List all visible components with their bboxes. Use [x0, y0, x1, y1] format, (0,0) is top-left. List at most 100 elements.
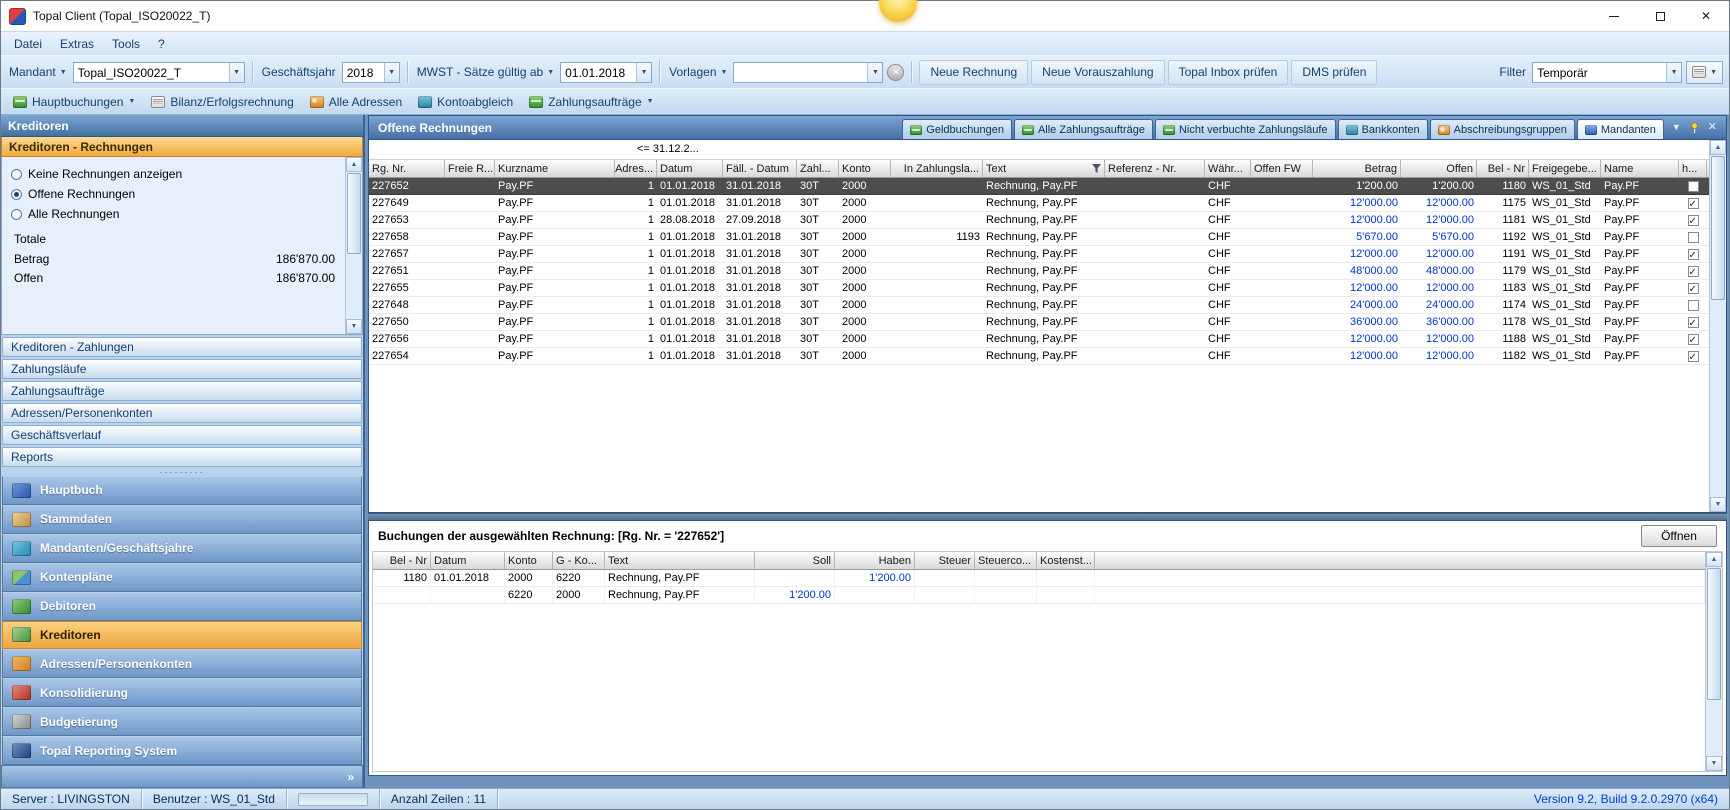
invoice-row-227652[interactable]: 227652Pay.PF101.01.201831.01.201830T2000…: [369, 178, 1709, 195]
sidebar-panel-scrollbar[interactable]: ▲ ▼: [345, 157, 362, 334]
vorlagen-label[interactable]: Vorlagen▼: [667, 65, 729, 79]
column-header-text[interactable]: Text: [983, 160, 1105, 177]
row-checkbox[interactable]: [1688, 317, 1699, 328]
mwst-date-select[interactable]: 01.01.2018▼: [560, 62, 652, 83]
column-header-betrag[interactable]: Betrag: [1313, 160, 1401, 177]
booking-column-text[interactable]: Text: [605, 552, 755, 569]
menu-item-datei[interactable]: Datei: [5, 34, 51, 54]
invoice-row-227657[interactable]: 227657Pay.PF101.01.201831.01.201830T2000…: [369, 246, 1709, 263]
column-header-adres[interactable]: Adres...: [615, 160, 657, 177]
vorlagen-select[interactable]: ▼: [733, 62, 883, 83]
geschaeftsjahr-select[interactable]: 2018▼: [342, 62, 400, 83]
menu-item-tools[interactable]: Tools: [103, 34, 149, 54]
booking-column-konto[interactable]: Konto: [505, 552, 553, 569]
booking-row[interactable]: 62202000Rechnung, Pay.PF1'200.00: [373, 587, 1705, 604]
column-header-fäll-datum[interactable]: Fäll. - Datum: [723, 160, 797, 177]
topal-inbox-prüfen-button[interactable]: Topal Inbox prüfen: [1168, 60, 1289, 85]
column-header-rg-nr[interactable]: Rg. Nr.: [369, 160, 445, 177]
booking-column-steuerco[interactable]: Steuerco...: [975, 552, 1037, 569]
scroll-track[interactable]: [346, 172, 362, 319]
invoice-row-227653[interactable]: 227653Pay.PF128.08.201827.09.201830T2000…: [369, 212, 1709, 229]
nav-item-konsolidierung[interactable]: Konsolidierung: [2, 678, 362, 707]
tab-alle-zahlungsaufträge[interactable]: Alle Zahlungsaufträge: [1014, 119, 1153, 139]
row-checkbox[interactable]: [1688, 334, 1699, 345]
radio-option-keine-rechnungen-anzeigen[interactable]: Keine Rechnungen anzeigen: [8, 164, 343, 184]
column-header-währ[interactable]: Währ...: [1205, 160, 1251, 177]
row-checkbox[interactable]: [1688, 232, 1699, 243]
scroll-track[interactable]: [1706, 567, 1722, 756]
column-header-offen-fw[interactable]: Offen FW: [1251, 160, 1313, 177]
booking-scrollbar[interactable]: ▲ ▼: [1705, 552, 1722, 771]
bilanz-erfolgsrechnung-button[interactable]: Bilanz/Erfolgsrechnung: [144, 92, 300, 112]
nav-item-debitoren[interactable]: Debitoren: [2, 592, 362, 621]
scroll-thumb[interactable]: [1711, 156, 1725, 300]
filter-select[interactable]: Temporär▼: [1532, 62, 1682, 83]
scroll-down-icon[interactable]: ▼: [346, 319, 362, 334]
column-header-name[interactable]: Name: [1601, 160, 1679, 177]
invoice-row-227658[interactable]: 227658Pay.PF101.01.201831.01.201830T2000…: [369, 229, 1709, 246]
tab-mandanten[interactable]: Mandanten: [1577, 119, 1664, 139]
booking-column-haben[interactable]: Haben: [835, 552, 915, 569]
mwst-label[interactable]: MWST - Sätze gültig ab▼: [415, 65, 556, 79]
close-button[interactable]: ✕: [1683, 1, 1729, 31]
nav-item-adressen-personenkonten[interactable]: Adressen/Personenkonten: [2, 649, 362, 678]
nav-item-hauptbuch[interactable]: Hauptbuch: [2, 476, 362, 505]
column-header-freigegebe[interactable]: Freigegebe...: [1529, 160, 1601, 177]
sidebar-section-kreditoren-rechnungen[interactable]: Kreditoren - Rechnungen: [1, 137, 363, 157]
row-checkbox[interactable]: [1688, 266, 1699, 277]
tab-geldbuchungen[interactable]: Geldbuchungen: [902, 119, 1012, 139]
chevron-down-icon[interactable]: ▼: [229, 63, 244, 82]
row-checkbox[interactable]: [1688, 215, 1699, 226]
close-panel-icon[interactable]: ✕: [1708, 122, 1717, 133]
invoice-row-227650[interactable]: 227650Pay.PF101.01.201831.01.201830T2000…: [369, 314, 1709, 331]
sidebar-section-geschäftsverlauf[interactable]: Geschäftsverlauf: [2, 425, 362, 445]
nav-item-topal-reporting-system[interactable]: Topal Reporting System: [2, 736, 362, 765]
scroll-track[interactable]: [1710, 155, 1726, 497]
invoice-row-227654[interactable]: 227654Pay.PF101.01.201831.01.201830T2000…: [369, 348, 1709, 365]
scroll-up-icon[interactable]: ▲: [1710, 140, 1726, 155]
tab-bankkonten[interactable]: Bankkonten: [1338, 119, 1428, 139]
radio-option-offene-rechnungen[interactable]: Offene Rechnungen: [8, 184, 343, 204]
open-button[interactable]: Öffnen: [1641, 525, 1717, 547]
booking-column-steuer[interactable]: Steuer: [915, 552, 975, 569]
chevron-down-icon[interactable]: ▼: [636, 63, 651, 82]
chevron-down-icon[interactable]: ▼: [867, 63, 882, 82]
invoice-row-227651[interactable]: 227651Pay.PF101.01.201831.01.201830T2000…: [369, 263, 1709, 280]
tab-abschreibungsgruppen[interactable]: Abschreibungsgruppen: [1430, 119, 1575, 139]
mandant-select[interactable]: Topal_ISO20022_T▼: [73, 62, 245, 83]
column-header-in-zahlungsla[interactable]: In Zahlungsla...: [891, 160, 983, 177]
status-version[interactable]: Version 9.2, Build 9.2.0.2970 (x64): [1523, 789, 1729, 809]
nav-item-kontenpläne[interactable]: Kontenpläne: [2, 563, 362, 592]
sidebar-section-reports[interactable]: Reports: [2, 447, 362, 467]
alle-adressen-button[interactable]: Alle Adressen: [303, 92, 409, 112]
nav-item-stammdaten[interactable]: Stammdaten: [2, 505, 362, 534]
maximize-button[interactable]: [1637, 1, 1683, 31]
row-checkbox[interactable]: [1688, 351, 1699, 362]
pin-icon[interactable]: [1689, 122, 1700, 134]
row-checkbox[interactable]: [1688, 198, 1699, 209]
column-header-kurzname[interactable]: Kurzname: [495, 160, 615, 177]
scroll-thumb[interactable]: [1707, 568, 1721, 700]
tab-nicht-verbuchte-zahlungsläufe[interactable]: Nicht verbuchte Zahlungsläufe: [1155, 119, 1336, 139]
sidebar-section-adressen-personenkonten[interactable]: Adressen/Personenkonten: [2, 403, 362, 423]
hauptbuchungen-button[interactable]: Hauptbuchungen▼: [6, 92, 142, 112]
menu-item-extras[interactable]: Extras: [51, 34, 103, 54]
sidebar-section-kreditoren-zahlungen[interactable]: Kreditoren - Zahlungen: [2, 337, 362, 357]
sidebar-splitter[interactable]: ·········: [1, 467, 363, 476]
nav-item-budgetierung[interactable]: Budgetierung: [2, 707, 362, 736]
nav-item-kreditoren[interactable]: Kreditoren: [2, 621, 362, 650]
neue-vorauszahlung-button[interactable]: Neue Vorauszahlung: [1031, 60, 1164, 85]
column-header-h[interactable]: h...: [1679, 160, 1707, 177]
invoice-row-227649[interactable]: 227649Pay.PF101.01.201831.01.201830T2000…: [369, 195, 1709, 212]
column-header-freie-r[interactable]: Freie R...: [445, 160, 495, 177]
due-date-filter-value[interactable]: <= 31.12.2...: [637, 143, 699, 155]
filter-icon[interactable]: [1089, 164, 1101, 173]
sidebar-section-zahlungsaufträge[interactable]: Zahlungsaufträge: [2, 381, 362, 401]
column-header-referenz-nr[interactable]: Referenz - Nr.: [1105, 160, 1205, 177]
invoice-row-227648[interactable]: 227648Pay.PF101.01.201831.01.201830T2000…: [369, 297, 1709, 314]
horizontal-splitter[interactable]: [368, 513, 1727, 520]
document-menu-button[interactable]: ▼: [1686, 61, 1723, 84]
booking-column-soll[interactable]: Soll: [755, 552, 835, 569]
nav-item-mandanten-geschäftsjahre[interactable]: Mandanten/Geschäftsjahre: [2, 534, 362, 563]
radio-option-alle-rechnungen[interactable]: Alle Rechnungen: [8, 204, 343, 224]
